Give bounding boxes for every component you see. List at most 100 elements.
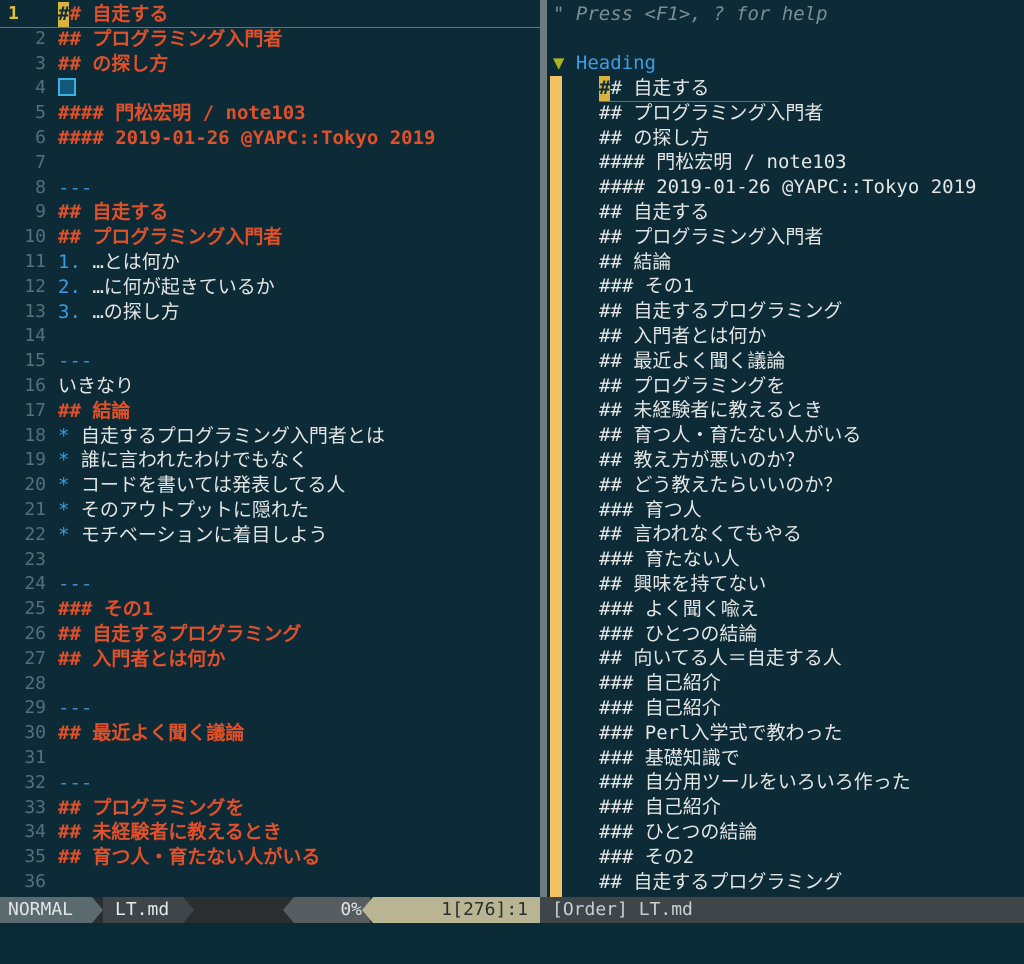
vertical-split-divider[interactable] [540, 0, 547, 897]
line-number: 33 [24, 796, 46, 818]
tagbar-tag[interactable]: ### 自己紹介 [599, 795, 721, 820]
tagbar-tag[interactable]: ### ひとつの結論 [599, 820, 757, 845]
tagbar-tag[interactable]: ### 自分用ツールをいろいろ作った [599, 770, 911, 795]
editor-line[interactable]: 36 [0, 870, 540, 895]
tag-label: ## プログラミング入門者 [599, 225, 824, 248]
tag-label: ### 育つ人 [599, 498, 702, 521]
editor-line[interactable]: 15 --- [0, 349, 540, 374]
tagbar-tag[interactable]: ## 言われなくてもやる [599, 522, 802, 547]
editor-line[interactable]: 21 * そのアウトプットに隠れた [0, 498, 540, 523]
editor-line[interactable]: 14 [0, 324, 540, 349]
editor-line[interactable]: 32 --- [0, 771, 540, 796]
tagbar-tag[interactable]: ### 自己紹介 [599, 696, 721, 721]
editor-line[interactable]: 10 ## プログラミング入門者 [0, 225, 540, 250]
tagbar-tag[interactable]: ## 未経験者に教えるとき [599, 398, 823, 423]
tag-label: ### よく聞く喩え [599, 597, 759, 620]
editor-line[interactable]: 3 ## の探し方 [0, 52, 540, 77]
line-number: 22 [24, 523, 46, 545]
line-number: 31 [24, 747, 46, 768]
tagbar-tag[interactable]: ### よく聞く喩え [599, 597, 759, 622]
editor-line[interactable]: 4 [0, 76, 540, 101]
tagbar-tag[interactable]: ### 育つ人 [599, 498, 702, 523]
tagbar-tag[interactable]: ### Perl入学式で教わった [599, 721, 843, 746]
list-item-text: そのアウトプットに隠れた [69, 499, 309, 521]
tagbar-tag[interactable]: ## 自走するプログラミング [599, 870, 842, 895]
line-number: 6 [35, 127, 46, 148]
editor-line[interactable]: 8 --- [0, 176, 540, 201]
editor-line[interactable]: 27 ## 入門者とは何か [0, 647, 540, 672]
tagbar-tag[interactable]: ## 向いてる人＝自走する人 [599, 646, 842, 671]
line-number: 12 [24, 275, 46, 297]
editor-line[interactable]: 20 * コードを書いては発表してる人 [0, 473, 540, 498]
tagbar-tag[interactable]: ### 自己紹介 [599, 671, 721, 696]
editor-line[interactable]: 23 [0, 548, 540, 573]
tagbar-tag[interactable]: ### 育たない人 [599, 547, 740, 572]
tagbar-tag[interactable]: ### 基礎知識で [599, 746, 740, 771]
tagbar-tag[interactable]: ## 興味を持てない [599, 572, 766, 597]
tagbar-tag[interactable]: #### 2019-01-26 @YAPC::Tokyo 2019 [599, 175, 977, 200]
editor-line[interactable]: 34 ## 未経験者に教えるとき [0, 820, 540, 845]
editor-line[interactable]: 9 ## 自走する [0, 200, 540, 225]
editor-line[interactable]: 12 2. …に何が起きているか [0, 275, 540, 300]
tagbar-tag[interactable]: ## 最近よく聞く議論 [599, 349, 785, 374]
editor-line[interactable]: 29 --- [0, 696, 540, 721]
editor-line[interactable]: 24 --- [0, 572, 540, 597]
tagbar-status: [Order] LT.md [540, 897, 1024, 923]
editor-line[interactable]: 22 * モチベーションに着目しよう [0, 523, 540, 548]
status-line: NORMAL LT.md 0% 1[276]:1 [Order] LT.md [0, 897, 1024, 923]
tagbar-tag[interactable]: ## プログラミング入門者 [599, 225, 823, 250]
editor-line[interactable]: 16 いきなり [0, 374, 540, 399]
editor-line[interactable]: 11 1. …とは何か [0, 250, 540, 275]
tagbar-tag[interactable]: ### ひとつの結論 [599, 622, 757, 647]
editor-line[interactable]: 1 ## 自走する [0, 2, 540, 28]
tagbar-tag[interactable]: ### その2 [599, 845, 694, 870]
line-number: 32 [24, 771, 46, 793]
list-marker: * [58, 523, 70, 546]
powerline-separator-icon [183, 897, 194, 923]
command-line[interactable] [0, 923, 1024, 964]
line-number: 11 [24, 251, 46, 272]
editor-line[interactable]: 33 ## プログラミングを [0, 796, 540, 821]
editor-line[interactable]: 31 [0, 746, 540, 771]
line-text: ## プログラミング入門者 [58, 225, 282, 250]
tagbar-tag[interactable]: ## 自走する [599, 76, 779, 102]
editor-line[interactable]: 18 * 自走するプログラミング入門者とは [0, 424, 540, 449]
tag-label: ## どう教えたらいいのか？ [599, 473, 843, 496]
tagbar-tag[interactable]: ## 育つ人・育たない人がいる [599, 423, 861, 448]
tagbar-tag[interactable]: ## 自走するプログラミング [599, 299, 842, 324]
tag-label: ## 教え方が悪いのか？ [599, 449, 805, 471]
tagbar-group-header[interactable]: ▼ Heading [553, 51, 656, 76]
tagbar-tag[interactable]: #### 門松宏明 / note103 [599, 150, 847, 175]
line-text: ### その1 [58, 597, 153, 622]
tagbar-tag[interactable]: ## 自走する [599, 200, 709, 225]
editor-line[interactable]: 35 ## 育つ人・育たない人がいる [0, 845, 540, 870]
editor-line[interactable]: 26 ## 自走するプログラミング [0, 622, 540, 647]
editor-line[interactable]: 19 * 誰に言われたわけでもなく [0, 448, 540, 473]
line-number: 5 [35, 102, 46, 124]
fold-open-triangle-icon[interactable]: ▼ [553, 52, 564, 74]
editor-line[interactable]: 6 #### 2019-01-26 @YAPC::Tokyo 2019 [0, 126, 540, 151]
tagbar-tag[interactable]: ## の探し方 [599, 126, 709, 151]
editor-line[interactable]: 30 ## 最近よく聞く議論 [0, 721, 540, 746]
tagbar-tag[interactable]: ## プログラミング入門者 [599, 101, 823, 126]
tagbar-pane[interactable]: " Press <F1>, ? for help ▼ Heading ## 自走… [547, 0, 1024, 897]
editor-line[interactable]: 5 #### 門松宏明 / note103 [0, 101, 540, 126]
tagbar-tag[interactable]: ## 入門者とは何か [599, 324, 766, 349]
tagbar-tag[interactable]: ## プログラミングを [599, 374, 785, 399]
editor-line[interactable]: 17 ## 結論 [0, 399, 540, 424]
editor-line[interactable]: 2 ## プログラミング入門者 [0, 27, 540, 52]
editor-line[interactable]: 28 [0, 672, 540, 697]
line-text: ## 自走する [58, 2, 168, 27]
line-text: ## 最近よく聞く議論 [58, 721, 244, 746]
editor-line[interactable]: 13 3. …の探し方 [0, 300, 540, 325]
tagbar-tag[interactable]: ## 教え方が悪いのか？ [599, 448, 804, 473]
heading-text: ## プログラミング入門者 [58, 226, 283, 249]
editor-line[interactable]: 7 [0, 151, 540, 176]
tagbar-tag[interactable]: ### その1 [599, 274, 694, 299]
tag-label: ### 自分用ツールをいろいろ作った [599, 771, 911, 794]
text-cursor: # [599, 76, 611, 101]
tagbar-tag[interactable]: ## どう教えたらいいのか？ [599, 473, 842, 498]
editor-pane[interactable]: 1 ## 自走する 2 ## プログラミング入門者 3 ## の探し方 4 5 #### 門松宏… [0, 0, 540, 897]
tagbar-tag[interactable]: ## 結論 [599, 250, 671, 275]
editor-line[interactable]: 25 ### その1 [0, 597, 540, 622]
